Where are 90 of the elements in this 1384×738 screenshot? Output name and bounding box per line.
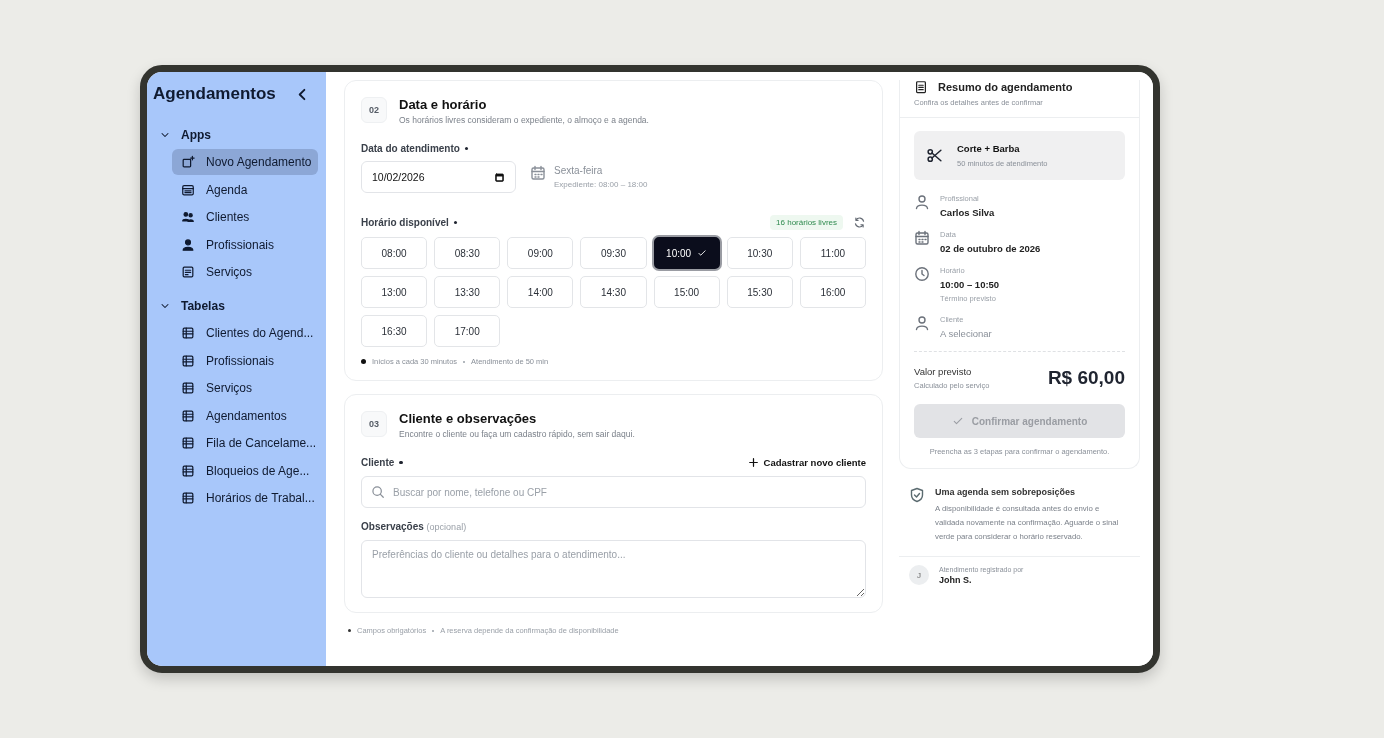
time-slot[interactable]: 14:00: [507, 276, 574, 308]
info-title: Uma agenda sem sobreposições: [935, 487, 1077, 497]
field-label: Observações (opcional): [361, 521, 467, 532]
sidebar-item[interactable]: Clientes: [172, 204, 318, 230]
time-slot[interactable]: 08:00: [361, 237, 428, 269]
section-subtitle: Os horários livres consideram o expediente, o almoço e a agenda.: [399, 115, 649, 125]
time-slot[interactable]: 11:00: [799, 237, 866, 269]
time-slot[interactable]: 16:00: [799, 276, 866, 308]
document-icon: [181, 265, 195, 279]
time-slot[interactable]: 15:00: [653, 276, 720, 308]
bullet-icon: [348, 629, 351, 632]
field-label: Horário disponível: [361, 217, 449, 228]
bullet-icon: [361, 359, 366, 364]
table-icon: [181, 463, 195, 478]
refresh-button[interactable]: [853, 216, 866, 229]
date-field[interactable]: 10/02/2026: [361, 161, 516, 193]
table-icon: [181, 491, 195, 505]
detail-value: 02 de outubro de 2026: [940, 243, 1041, 254]
shield-check-icon: [909, 487, 925, 503]
summary-title: Resumo do agendamento: [938, 81, 1073, 93]
person-icon: [914, 315, 930, 331]
scissors-icon: [926, 147, 943, 164]
notes-field[interactable]: Preferências do cliente ou detalhes para o atendimento...: [361, 540, 866, 598]
table-icon: [181, 353, 195, 368]
price-value: R$ 60,00: [1047, 367, 1125, 389]
new-item-icon: [181, 155, 195, 169]
table-icon: [181, 381, 195, 395]
people-icon: [181, 210, 195, 224]
time-slot[interactable]: 08:30: [434, 237, 501, 269]
time-slot[interactable]: 09:00: [507, 237, 574, 269]
section-subtitle: Encontre o cliente ou faça um cadastro rápido, sem sair daqui.: [399, 429, 635, 439]
calendar-icon: [914, 230, 930, 246]
table-icon: [181, 436, 195, 450]
avatar: J: [909, 565, 929, 585]
sidebar-item[interactable]: Clientes do Agend...: [172, 320, 318, 346]
time-slot[interactable]: 10:30: [726, 237, 793, 269]
new-client-link[interactable]: Cadastrar novo cliente: [747, 457, 866, 468]
weekday-text: Sexta-feira: [554, 165, 604, 176]
free-slots-badge: 16 horários livres: [770, 215, 843, 230]
price-label: Valor previsto: [914, 366, 973, 377]
detail-value: Carlos Silva: [940, 207, 995, 218]
time-slot[interactable]: 13:30: [434, 276, 501, 308]
sidebar-item[interactable]: Agenda: [172, 176, 318, 203]
clipboard-icon: [914, 80, 928, 94]
refresh-icon: [853, 216, 866, 229]
calendar-icon: [494, 171, 505, 183]
client-search-field[interactable]: Buscar por nome, telefone ou CPF: [361, 476, 866, 508]
check-icon: [697, 248, 708, 258]
time-slot[interactable]: 15:30: [726, 276, 793, 308]
table-icon: [181, 326, 195, 340]
section-title: Cliente e observações: [399, 411, 538, 426]
service-name: Corte + Barba: [957, 143, 1021, 154]
business-hours-text: Expediente: 08:00 – 18:00: [554, 180, 648, 189]
app-title: Agendamentos: [153, 84, 276, 104]
registered-name: John S.: [939, 574, 973, 585]
required-dot-icon: [453, 220, 458, 225]
sidebar-item[interactable]: Serviços: [172, 375, 318, 401]
time-slot[interactable]: 10:00: [653, 237, 720, 269]
detail-value: 10:00 – 10:50: [940, 279, 1000, 290]
sidebar-item[interactable]: Bloqueios de Age...: [172, 457, 318, 484]
calendar-icon: [181, 182, 195, 197]
person-icon: [914, 194, 930, 210]
step-number: 03: [361, 411, 387, 437]
time-slot[interactable]: 16:30: [361, 315, 428, 347]
sidebar-item[interactable]: Fila de Cancelame...: [172, 430, 318, 456]
sidebar-group[interactable]: Tabelas: [153, 293, 318, 319]
table-icon: [181, 408, 195, 423]
calendar-icon: [530, 165, 546, 181]
required-dot-icon: [399, 460, 403, 465]
time-slot[interactable]: 09:30: [580, 237, 647, 269]
detail-value: A selecionar: [940, 328, 992, 339]
sidebar-item[interactable]: Serviços: [172, 259, 318, 285]
field-label: Data do atendimento: [361, 143, 460, 154]
field-label: Cliente: [361, 457, 395, 468]
clock-icon: [914, 266, 930, 282]
sidebar-item[interactable]: Agendamentos: [172, 402, 318, 429]
time-slot[interactable]: 13:00: [361, 276, 428, 308]
step-number: 02: [361, 97, 387, 123]
sidebar-item[interactable]: Novo Agendamento: [172, 149, 318, 175]
check-icon: [951, 415, 964, 427]
person-icon: [181, 237, 195, 252]
time-slot[interactable]: 14:30: [580, 276, 647, 308]
required-dot-icon: [464, 146, 469, 151]
sidebar-item[interactable]: Profissionais: [172, 347, 318, 374]
sidebar-item[interactable]: Profissionais: [172, 231, 318, 258]
time-slot[interactable]: 17:00: [434, 315, 501, 347]
section-title: Data e horário: [399, 97, 488, 112]
sidebar-group[interactable]: Apps: [153, 122, 318, 148]
plus-icon: [747, 457, 759, 468]
sidebar-item[interactable]: Horários de Trabal...: [172, 485, 318, 511]
